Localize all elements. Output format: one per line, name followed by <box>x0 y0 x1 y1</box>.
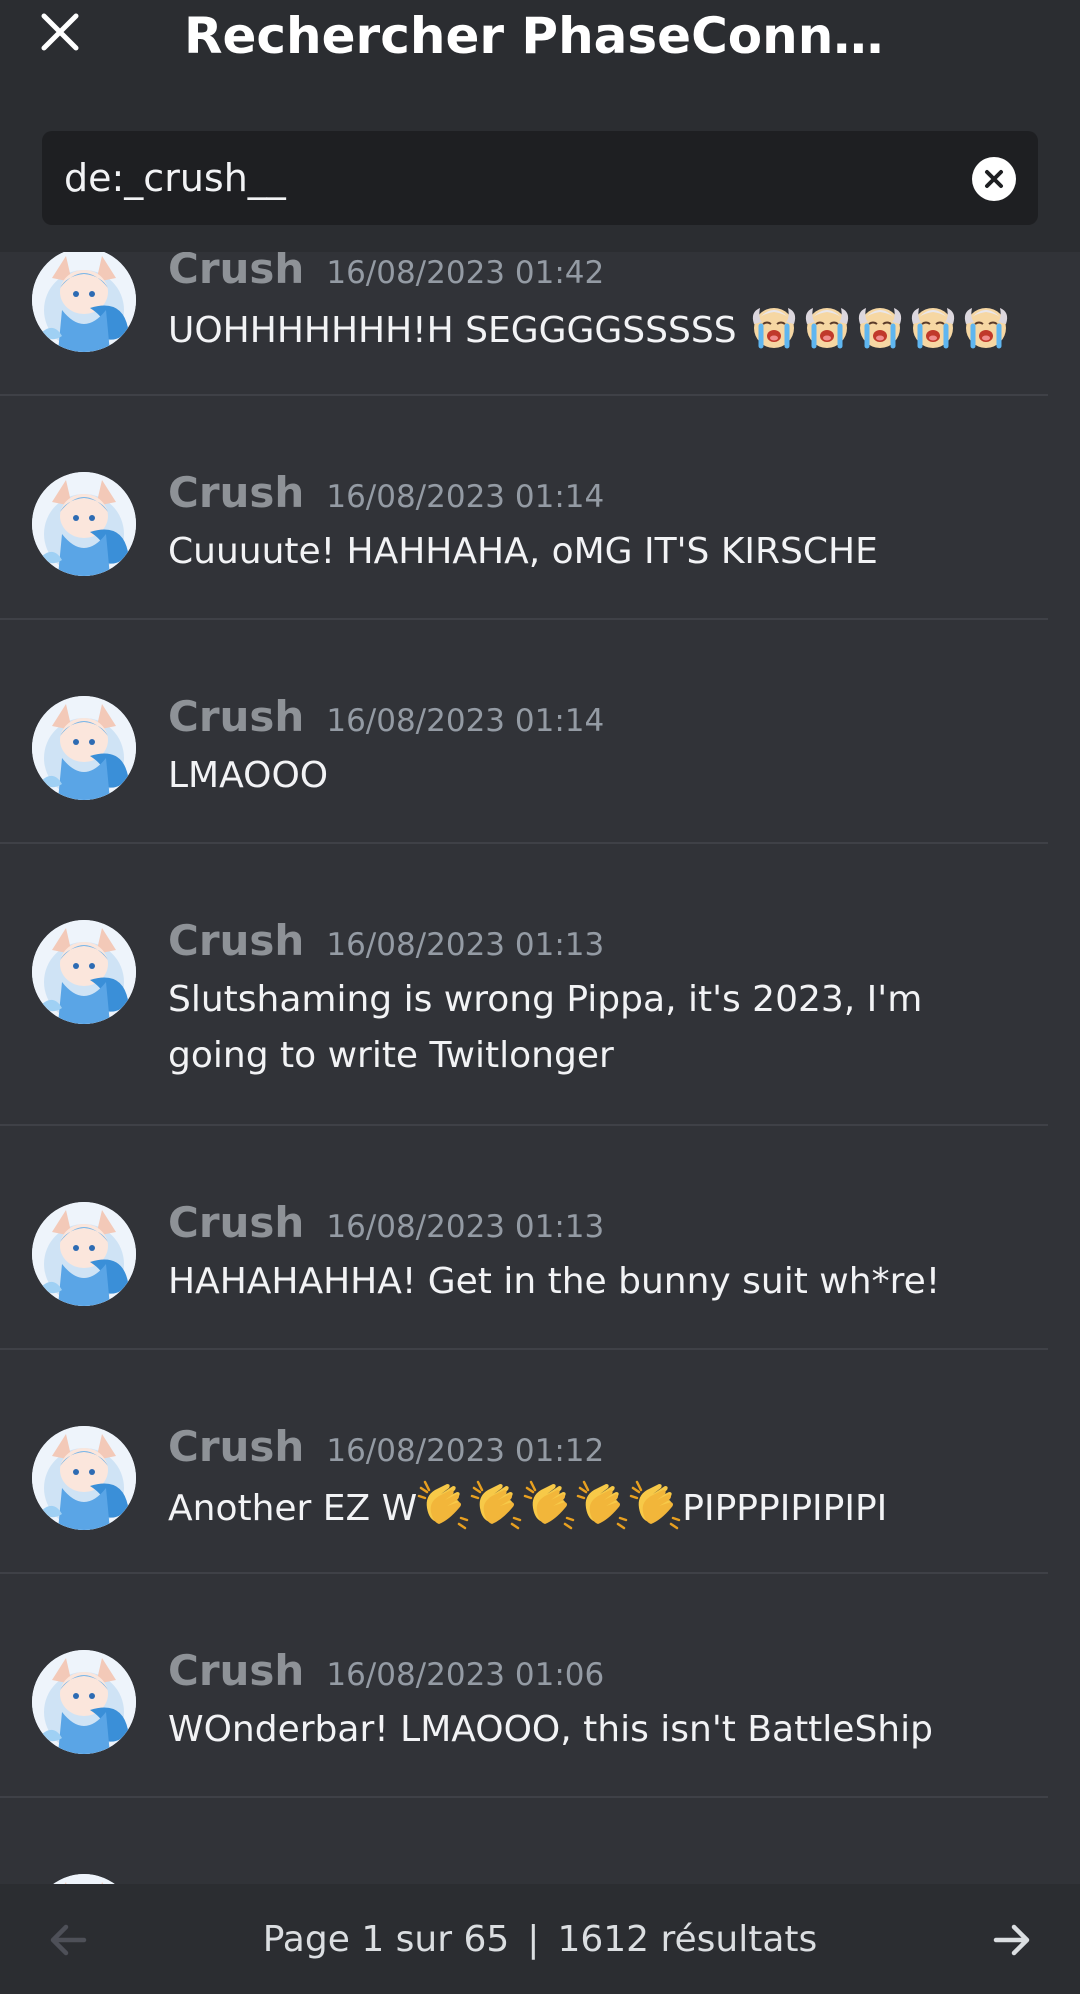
close-button[interactable] <box>30 2 90 62</box>
message-text: LMAOOO <box>168 755 329 796</box>
author-name[interactable]: Crush <box>168 1422 304 1471</box>
avatar[interactable] <box>32 252 136 352</box>
pagination-status: Page 1 sur 65 | 1612 résultats <box>0 1884 1080 1994</box>
avatar[interactable] <box>32 1426 136 1530</box>
message-text: UOHHHHHHH!H SEGGGGSSSSS <box>168 300 1028 359</box>
search-result-item[interactable]: Crush 16/08/2023 01:14 Cuuuute! HAHHAHA,… <box>0 396 1048 620</box>
message-timestamp: 16/08/2023 01:14 <box>326 479 605 515</box>
message-text: Cuuuute! HAHHAHA, oMG IT'S KIRSCHE <box>168 531 878 572</box>
author-name[interactable]: Crush <box>168 916 304 965</box>
search-result-item[interactable]: Crush 16/08/2023 01:12 Another EZ W PIPP… <box>0 1350 1048 1574</box>
emoji-group <box>748 300 1013 352</box>
message-timestamp: 16/08/2023 01:42 <box>326 255 605 291</box>
search-result-item[interactable]: Crush 16/08/2023 01:06 WOnderbar! LMAOOO… <box>0 1574 1048 1798</box>
search-result-item[interactable]: Crush 16/08/2023 01:13 Slutshaming is wr… <box>0 844 1048 1126</box>
avatar[interactable] <box>32 1202 136 1306</box>
loudly-crying-face-icon <box>960 300 1012 352</box>
author-name[interactable]: Crush <box>168 468 304 517</box>
avatar[interactable] <box>32 1650 136 1754</box>
search-result-item[interactable] <box>0 1798 1048 1884</box>
message-text: Another EZ W PIPPPIPIPIPI <box>168 1478 1028 1537</box>
author-name[interactable]: Crush <box>168 252 304 293</box>
page-indicator: Page 1 sur 65 <box>262 1918 510 1960</box>
clapping-hands-icon <box>523 1478 575 1530</box>
search-result-item[interactable]: Crush 16/08/2023 01:14 LMAOOO <box>0 620 1048 844</box>
search-header: Rechercher PhaseConnec... de:_crush__ <box>0 0 1080 252</box>
pagination-separator: | <box>527 1918 540 1960</box>
author-name[interactable]: Crush <box>168 692 304 741</box>
avatar[interactable] <box>32 1874 136 1884</box>
author-name[interactable]: Crush <box>168 1646 304 1695</box>
clapping-hands-icon <box>629 1478 681 1530</box>
author-name[interactable]: Crush <box>168 1198 304 1247</box>
clapping-hands-icon <box>576 1478 628 1530</box>
clear-circle-icon <box>985 170 1003 188</box>
search-result-item[interactable]: Crush 16/08/2023 01:42 UOHHHHHHH!H SEGGG… <box>0 252 1048 396</box>
loudly-crying-face-icon <box>748 300 800 352</box>
emoji-group <box>417 1478 682 1530</box>
search-result-item[interactable]: Crush 16/08/2023 01:13 HAHAHAHHA! Get in… <box>0 1126 1048 1350</box>
search-input[interactable]: de:_crush__ <box>42 131 1038 225</box>
results-count: 1612 résultats <box>557 1918 818 1960</box>
message-timestamp: 16/08/2023 01:12 <box>326 1433 605 1469</box>
pagination-bar: Page 1 sur 65 | 1612 résultats <box>0 1884 1080 1994</box>
clapping-hands-icon <box>470 1478 522 1530</box>
loudly-crying-face-icon <box>854 300 906 352</box>
message-timestamp: 16/08/2023 01:14 <box>326 703 605 739</box>
avatar[interactable] <box>32 696 136 800</box>
clear-search-button[interactable] <box>972 157 1016 201</box>
avatar[interactable] <box>32 920 136 1024</box>
loudly-crying-face-icon <box>801 300 853 352</box>
loudly-crying-face-icon <box>907 300 959 352</box>
arrow-right-icon <box>993 1924 1030 1956</box>
message-text: WOnderbar! LMAOOO, this isn't BattleShip <box>168 1709 933 1750</box>
search-query[interactable]: de:_crush__ <box>64 131 286 225</box>
clapping-hands-icon <box>417 1478 469 1530</box>
message-text: Slutshaming is wrong Pippa, it's 2023, I… <box>168 979 923 1076</box>
next-page-button[interactable] <box>984 1912 1040 1968</box>
avatar[interactable] <box>32 472 136 576</box>
message-timestamp: 16/08/2023 01:06 <box>326 1657 605 1693</box>
page-title: Rechercher PhaseConnec... <box>184 7 884 65</box>
search-results-list[interactable]: Crush 16/08/2023 01:42 UOHHHHHHH!H SEGGG… <box>0 252 1080 1884</box>
message-text: HAHAHAHHA! Get in the bunny suit wh*re! <box>168 1261 941 1302</box>
close-icon <box>41 13 79 51</box>
message-timestamp: 16/08/2023 01:13 <box>326 1209 605 1245</box>
message-timestamp: 16/08/2023 01:13 <box>326 927 605 963</box>
